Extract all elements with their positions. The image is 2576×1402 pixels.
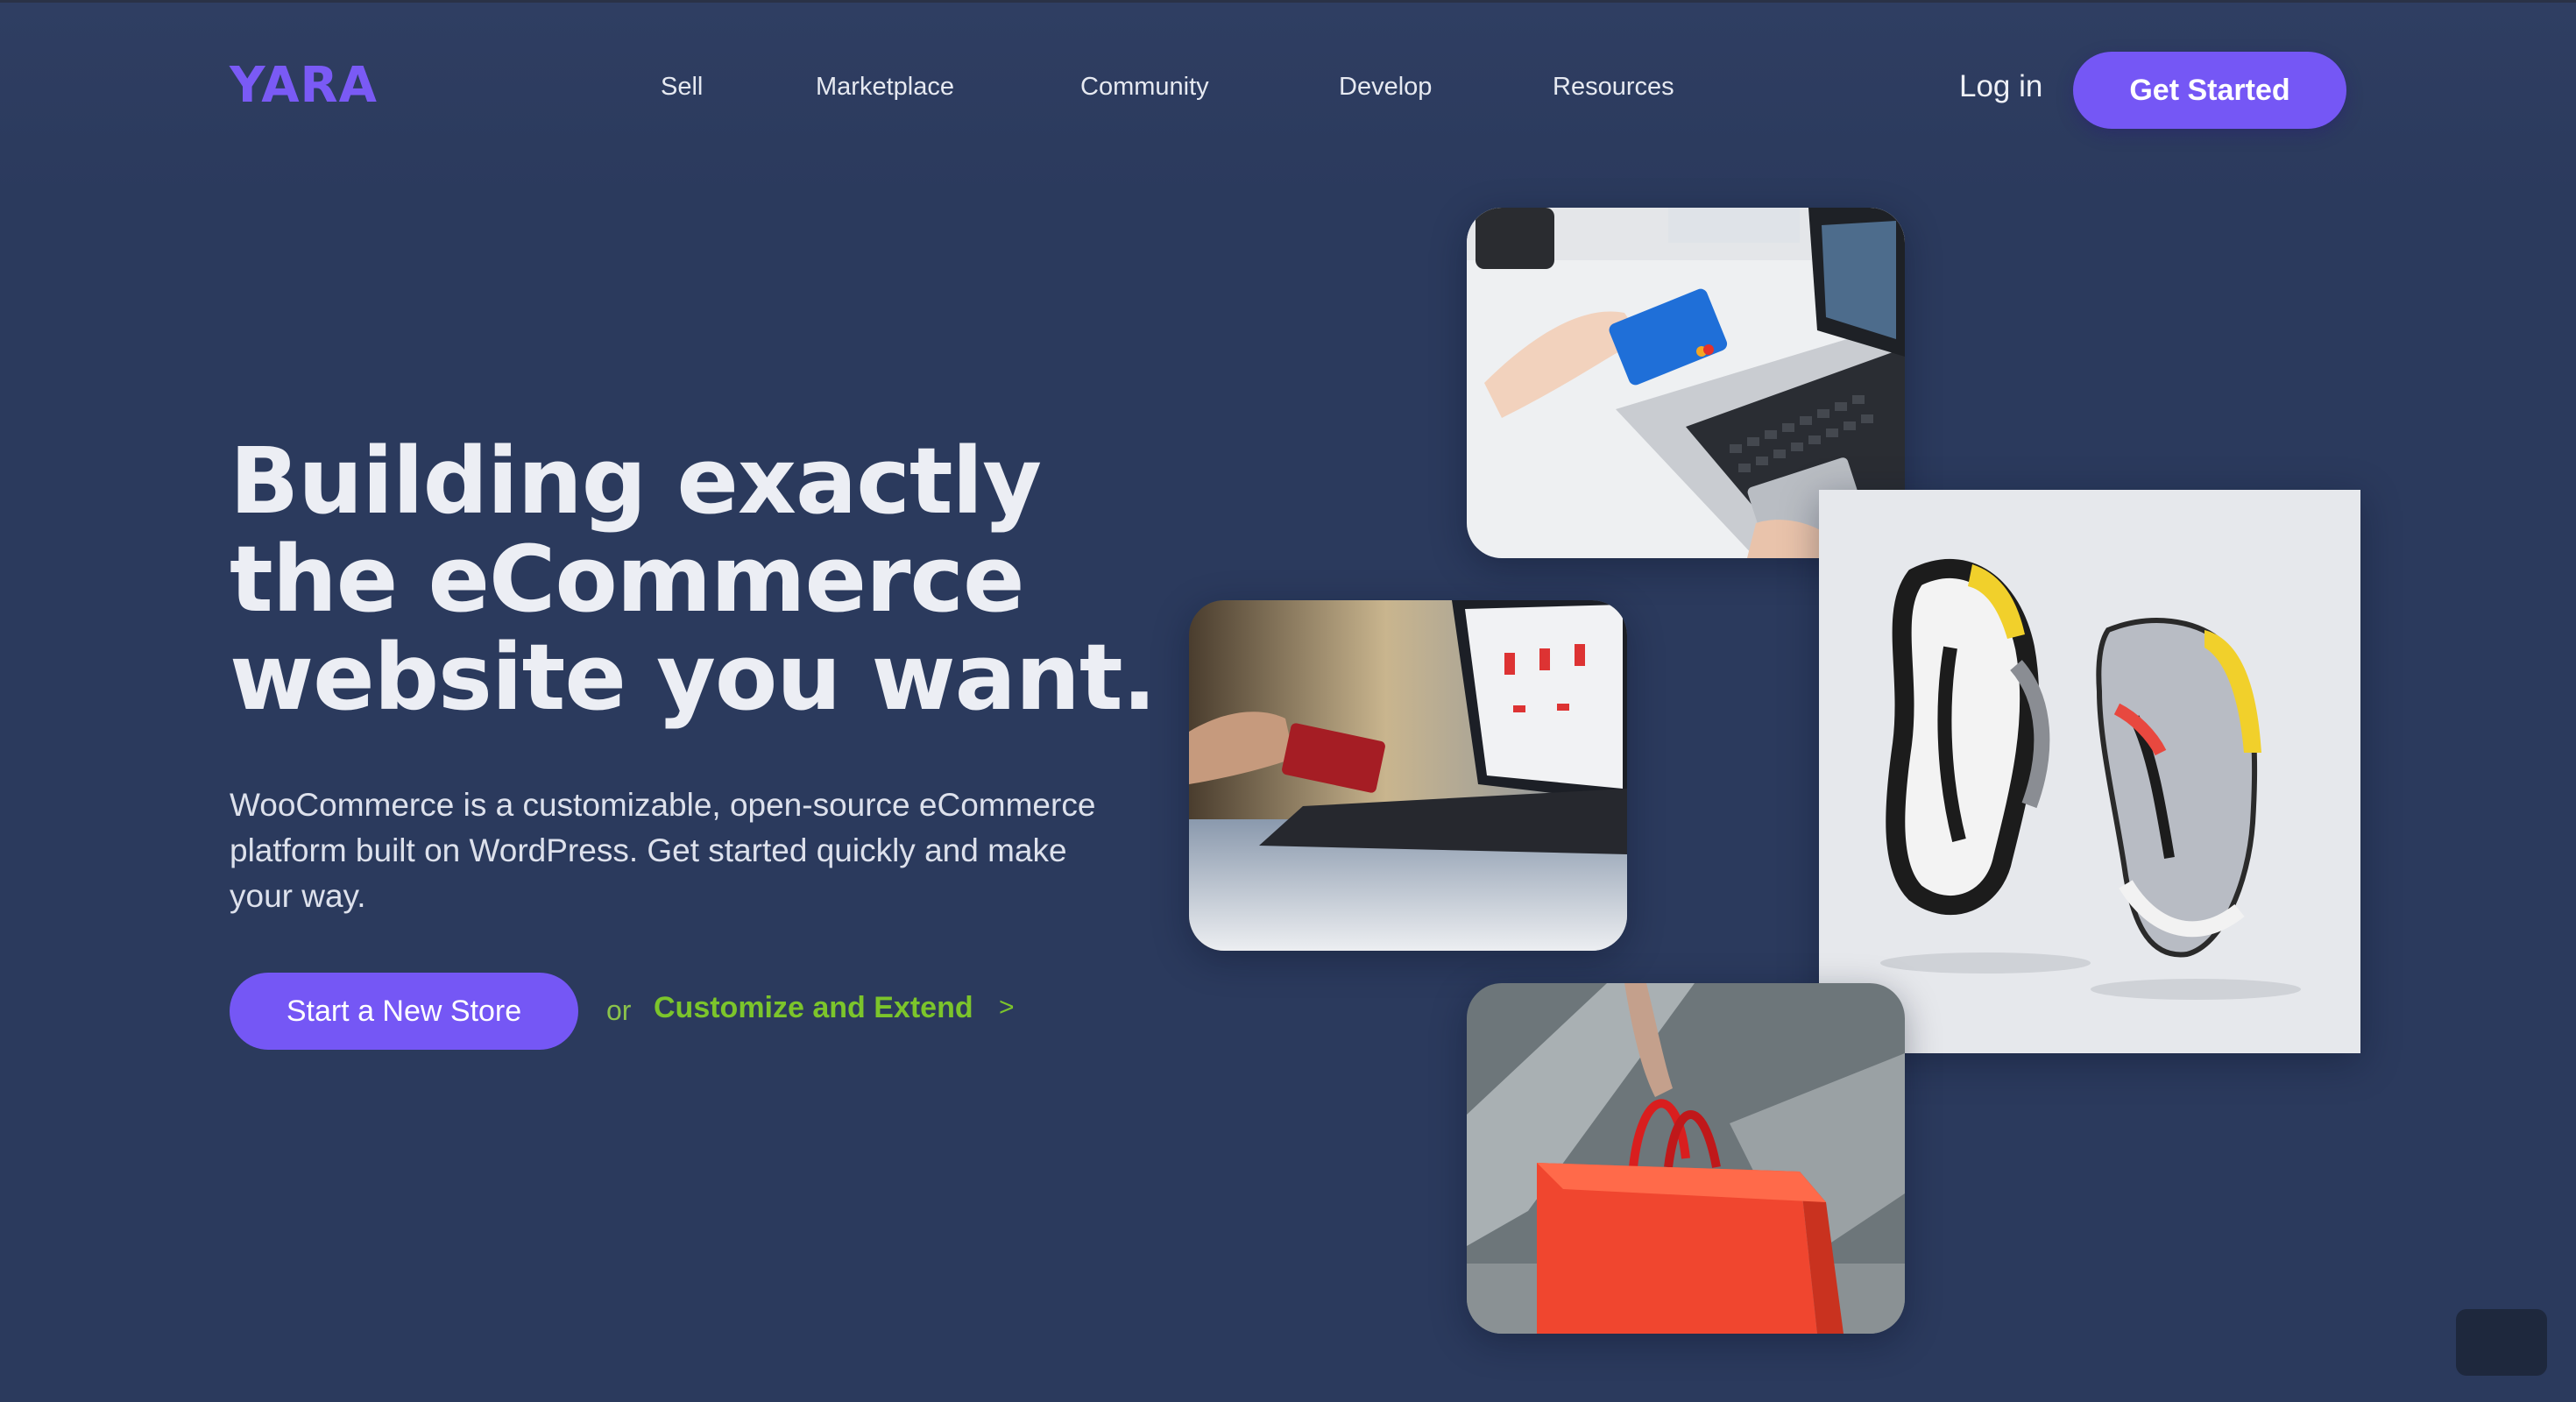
moon-icon bbox=[2495, 1332, 2505, 1353]
customize-extend-link[interactable]: Customize and Extend bbox=[654, 991, 973, 1025]
online-shopping-laptop-photo bbox=[1189, 600, 1627, 951]
theme-toggle-button[interactable] bbox=[2456, 1309, 2547, 1376]
hero-description: WooCommerce is a customizable, open-sour… bbox=[230, 787, 1096, 914]
headline-line-3: website you want. bbox=[230, 624, 1157, 731]
headline-line-2: the eCommerce bbox=[230, 526, 1025, 633]
nav-item-marketplace[interactable]: Marketplace bbox=[816, 73, 954, 102]
login-link[interactable]: Log in bbox=[1959, 69, 2042, 104]
sneakers-photo bbox=[1819, 490, 2360, 1053]
or-separator: or bbox=[606, 995, 632, 1026]
nav-item-community[interactable]: Community bbox=[1080, 73, 1209, 102]
headline-line-1: Building exactly bbox=[230, 428, 1042, 535]
nav-item-develop[interactable]: Develop bbox=[1339, 73, 1432, 102]
chevron-right-icon: > bbox=[999, 993, 1015, 1022]
hero-headline: Building exactly the eCommerce website y… bbox=[230, 432, 1193, 726]
landing-page: YARA Sell Marketplace Community Develop … bbox=[0, 0, 2576, 1402]
brand-logo[interactable]: YARA bbox=[230, 57, 378, 114]
shopping-bag-photo bbox=[1467, 983, 1905, 1334]
start-new-store-button[interactable]: Start a New Store bbox=[230, 973, 578, 1050]
get-started-button[interactable]: Get Started bbox=[2073, 52, 2346, 129]
nav-item-sell[interactable]: Sell bbox=[661, 73, 703, 102]
nav-item-resources[interactable]: Resources bbox=[1553, 73, 1674, 102]
